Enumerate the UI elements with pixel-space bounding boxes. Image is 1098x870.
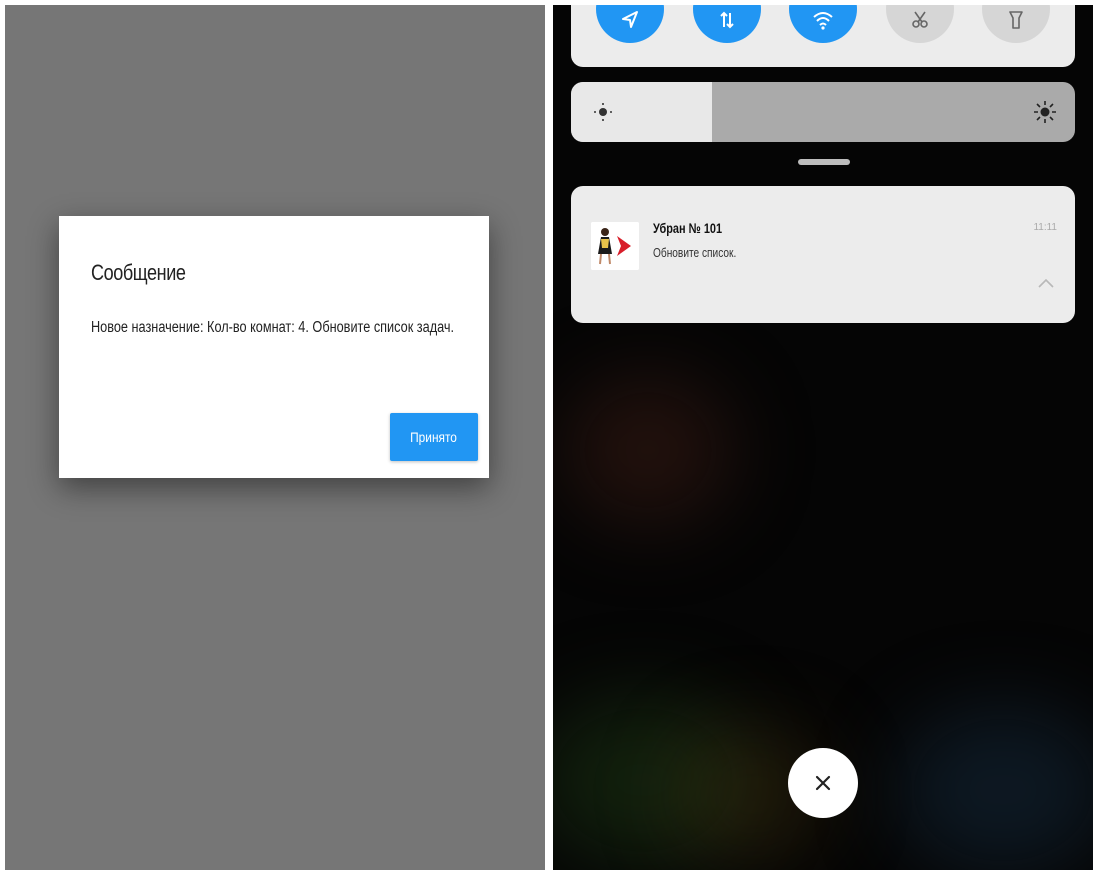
quick-settings-panel (571, 5, 1075, 67)
notification-card[interactable]: Убран № 101 Обновите список. 11:11 (571, 186, 1075, 323)
notification-title: Убран № 101 (653, 220, 723, 236)
brightness-high-icon (1034, 101, 1056, 123)
clear-notifications-button[interactable] (788, 748, 858, 818)
wifi-icon (813, 12, 833, 30)
background-glow (893, 705, 1093, 870)
flashlight-toggle[interactable] (982, 5, 1050, 43)
data-transfer-icon (720, 11, 734, 29)
scissors-icon (912, 11, 928, 28)
brightness-slider[interactable] (571, 82, 1075, 142)
brightness-low-icon (594, 103, 612, 121)
dialog-title: Сообщение (91, 260, 186, 285)
notification-text: Обновите список. (653, 245, 737, 260)
location-icon (622, 11, 638, 28)
mobile-data-toggle[interactable] (693, 5, 761, 43)
notification-shade: Убран № 101 Обновите список. 11:11 (553, 5, 1093, 870)
cleaning-app-icon (591, 222, 639, 270)
shade-drag-handle[interactable] (798, 159, 850, 165)
accept-button[interactable]: Принято (390, 413, 478, 461)
dialog-message: Новое назначение: Кол-во комнат: 4. Обно… (91, 319, 455, 336)
message-dialog: Сообщение Новое назначение: Кол-во комна… (59, 216, 489, 478)
accept-button-label: Принято (410, 429, 458, 445)
notification-time: 11:11 (1033, 222, 1057, 233)
close-icon (815, 775, 831, 791)
background-glow (563, 375, 733, 525)
location-toggle[interactable] (596, 5, 664, 43)
wifi-toggle[interactable] (789, 5, 857, 43)
screenshot-toggle[interactable] (886, 5, 954, 43)
left-screen: Сообщение Новое назначение: Кол-во комна… (5, 5, 545, 870)
chevron-up-icon[interactable] (1037, 277, 1055, 289)
flashlight-icon (1009, 11, 1023, 29)
